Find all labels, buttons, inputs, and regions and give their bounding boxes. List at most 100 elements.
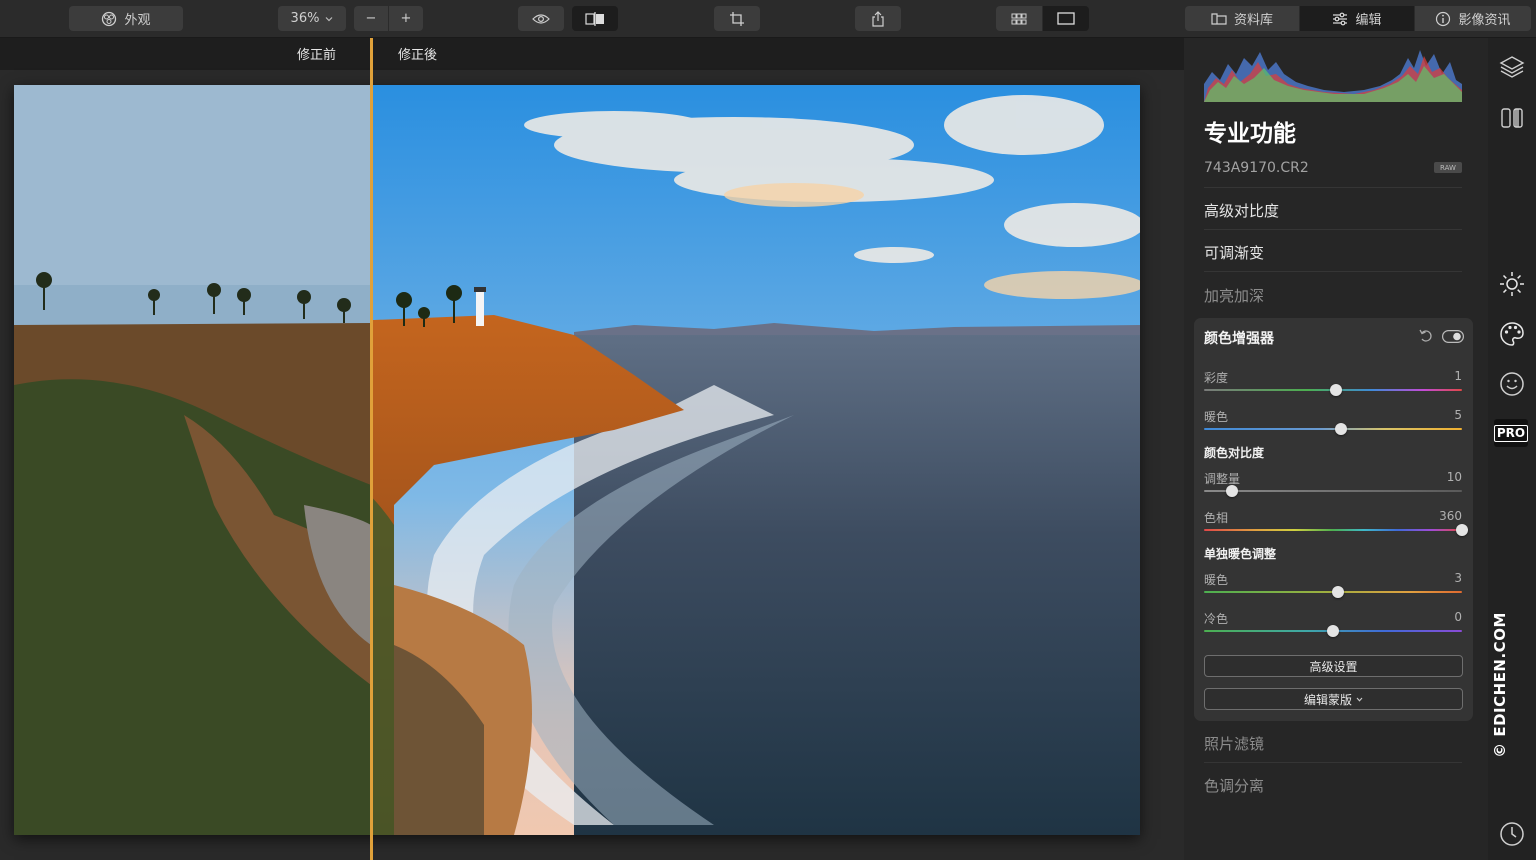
divider-line (1204, 229, 1462, 230)
pro-tools-button[interactable]: PRO (1493, 419, 1529, 447)
color-contrast-heading: 颜色对比度 (1204, 446, 1265, 460)
grid-icon (1011, 13, 1027, 24)
undo-icon[interactable] (1418, 328, 1434, 344)
zoom-dropdown[interactable]: 36% (278, 6, 346, 31)
divider-line (1204, 762, 1462, 763)
crop-button[interactable] (714, 6, 760, 31)
slider-knob[interactable] (1329, 384, 1342, 396)
saturation-slider[interactable]: 彩度 1 (1204, 369, 1462, 403)
toggle-visibility-icon[interactable] (1442, 330, 1464, 343)
file-name: 743A9170.CR2 (1204, 160, 1309, 176)
layers-button[interactable] (1497, 52, 1527, 82)
zoom-out-button[interactable]: − (354, 6, 388, 31)
raw-badge: RAW (1434, 162, 1462, 173)
appearance-label: 外观 (124, 13, 151, 28)
warmth-value: 5 (1454, 408, 1462, 422)
section-split-toning[interactable]: 色调分离 (1204, 775, 1264, 796)
cool-tone-slider[interactable]: 冷色 0 (1204, 610, 1462, 644)
appearance-icon (102, 11, 117, 26)
coastal-landscape-image (14, 85, 1140, 835)
contrast-amount-slider[interactable]: 调整量 10 (1204, 470, 1462, 504)
edit-mask-button[interactable]: 编辑蒙版 (1204, 688, 1463, 710)
tab-info[interactable]: 影像资讯 (1415, 6, 1531, 31)
zoom-value: 36% (290, 11, 320, 26)
section-photo-filter[interactable]: 照片滤镜 (1204, 733, 1264, 754)
section-dodge-burn[interactable]: 加亮加深 (1204, 285, 1264, 306)
cool-value: 0 (1454, 610, 1462, 624)
amount-label: 调整量 (1204, 472, 1241, 486)
histogram (1204, 50, 1462, 102)
section-advanced-contrast[interactable]: 高级对比度 (1204, 200, 1279, 221)
tab-info-label: 影像资讯 (1458, 13, 1511, 28)
amount-value: 10 (1446, 470, 1462, 484)
slider-track (1204, 529, 1462, 531)
crop-icon (730, 11, 744, 26)
warmth-slider[interactable]: 暖色 5 (1204, 408, 1462, 442)
watermark-text: © EDICHEN.COM (1491, 612, 1509, 758)
saturation-label: 彩度 (1204, 371, 1229, 385)
share-icon (872, 10, 884, 27)
palette-icon (1500, 322, 1524, 346)
after-label: 修正後 (398, 48, 438, 63)
zoom-out-label: − (365, 11, 377, 26)
hue-value: 360 (1439, 509, 1462, 523)
sun-icon (1500, 272, 1524, 296)
presets-button[interactable] (1497, 103, 1527, 133)
slider-track (1204, 428, 1462, 430)
warm-label: 暖色 (1204, 573, 1229, 587)
top-toolbar: 外观 36% − + 资料库 编辑 影像资讯 (0, 0, 1536, 38)
sliders-icon (1333, 12, 1348, 25)
before-label: 修正前 (297, 48, 337, 63)
divider-line (1204, 271, 1462, 272)
grid-view-button[interactable] (996, 6, 1042, 31)
slider-knob[interactable] (1332, 586, 1345, 598)
creative-button[interactable] (1497, 319, 1527, 349)
hue-slider[interactable]: 色相 360 (1204, 509, 1468, 543)
portrait-button[interactable] (1497, 369, 1527, 399)
info-icon (1436, 11, 1451, 26)
color-enhancer-title[interactable]: 颜色增强器 (1204, 328, 1274, 348)
share-button[interactable] (855, 6, 901, 31)
compare-view-button[interactable] (572, 6, 618, 31)
watermark: © EDICHEN.COM (1488, 610, 1512, 760)
layers-icon (1499, 56, 1525, 78)
section-graduated-filter[interactable]: 可调渐变 (1204, 242, 1264, 263)
chevron-down-icon (326, 16, 333, 21)
panel-title: 专业功能 (1204, 121, 1296, 147)
single-image-icon (1057, 12, 1075, 25)
smiley-icon (1500, 372, 1524, 396)
advanced-settings-button[interactable]: 高级设置 (1204, 655, 1463, 677)
tab-edit[interactable]: 编辑 (1300, 6, 1414, 31)
library-icon (1211, 12, 1227, 25)
presets-icon (1501, 108, 1523, 128)
zoom-in-button[interactable]: + (389, 6, 423, 31)
photo-preview (14, 85, 1140, 835)
history-button[interactable] (1497, 819, 1527, 849)
saturation-value: 1 (1454, 369, 1462, 383)
edit-mask-label: 编辑蒙版 (1303, 692, 1352, 707)
slider-knob[interactable] (1334, 423, 1347, 435)
eye-icon (532, 13, 550, 24)
slider-knob[interactable] (1226, 485, 1239, 497)
slider-knob[interactable] (1456, 524, 1468, 536)
single-view-button[interactable] (1043, 6, 1089, 31)
warmth-label: 暖色 (1204, 410, 1229, 424)
split-compare-icon (585, 11, 604, 26)
essentials-button[interactable] (1497, 269, 1527, 299)
zoom-in-label: + (400, 11, 412, 26)
cool-label: 冷色 (1204, 612, 1229, 626)
single-warmth-heading: 单独暖色调整 (1204, 547, 1277, 561)
compare-split-handle[interactable] (370, 38, 373, 860)
compare-label-bar: 修正前 修正後 (0, 38, 1184, 70)
warm-tone-slider[interactable]: 暖色 3 (1204, 571, 1462, 605)
hue-label: 色相 (1204, 511, 1229, 525)
preview-button[interactable] (518, 6, 564, 31)
warm-value: 3 (1454, 571, 1462, 585)
tab-library[interactable]: 资料库 (1185, 6, 1299, 31)
appearance-button[interactable]: 外观 (69, 6, 183, 31)
chevron-down-icon (1356, 697, 1363, 702)
slider-knob[interactable] (1327, 625, 1339, 637)
slider-track (1204, 490, 1462, 492)
advanced-settings-label: 高级设置 (1309, 659, 1358, 674)
divider-line (1204, 187, 1462, 188)
